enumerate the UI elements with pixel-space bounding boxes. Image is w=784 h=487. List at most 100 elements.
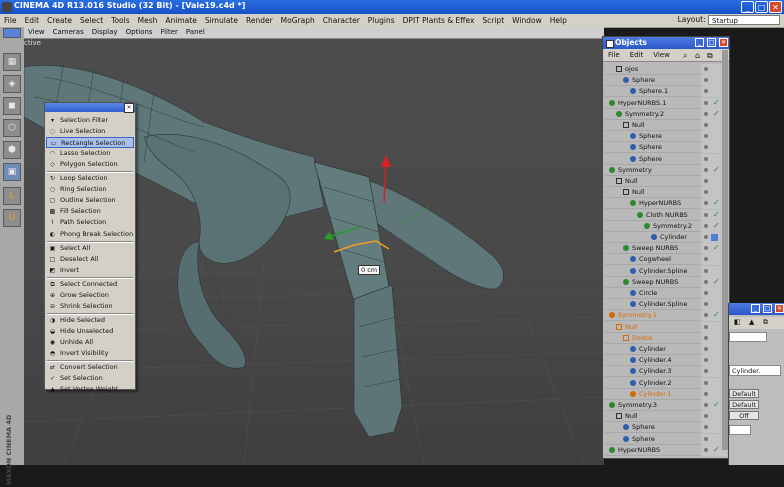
visibility-dot-icon[interactable] (704, 291, 708, 295)
menu-item-ring-selection[interactable]: ○ Ring Selection (46, 184, 134, 195)
toolbar-grip[interactable] (3, 28, 21, 38)
point-mode-icon[interactable]: ⬡ (3, 119, 21, 137)
menu-tools[interactable]: Tools (107, 14, 133, 27)
visibility-dot-icon[interactable] (704, 212, 708, 217)
enabled-check-icon[interactable]: ✓ (713, 108, 720, 119)
visibility-dot-icon[interactable] (704, 223, 708, 228)
bookmark-icon[interactable]: ⌂ (695, 51, 700, 60)
menu-script[interactable]: Script (478, 14, 508, 27)
object-name[interactable]: Sphere (632, 75, 655, 86)
object-row[interactable]: Symmetry.3 ✓ (605, 400, 727, 411)
visibility-dot-icon[interactable] (704, 100, 708, 105)
layout-selector[interactable]: Layout: Startup (678, 15, 780, 25)
object-row[interactable]: Cylinder.3 (605, 366, 727, 378)
object-name[interactable]: Symmetry.1 (618, 310, 657, 321)
object-name[interactable]: Symmetry.2 (653, 221, 692, 232)
search-icon[interactable]: ⌕ (683, 51, 687, 61)
menu-item-select-connected[interactable]: ⧉ Select Connected (46, 279, 134, 290)
visibility-dot-icon[interactable] (704, 167, 708, 172)
object-row[interactable]: Symmetry.1 ✓ (605, 310, 727, 322)
object-name[interactable]: HyperNURBS (639, 198, 681, 209)
polygon-mode-icon[interactable]: ▣ (3, 163, 21, 181)
object-name[interactable]: Sphere (632, 422, 655, 433)
menu-item-invert[interactable]: ◩ Invert (46, 265, 134, 276)
object-name[interactable]: Cylinder (660, 232, 687, 243)
object-mode-icon[interactable]: ◼ (3, 97, 21, 115)
object-row[interactable]: Cylinder.2 (605, 377, 727, 389)
object-name[interactable]: Sphere (639, 154, 662, 165)
visibility-dot-icon[interactable] (704, 111, 708, 116)
default-button-2[interactable]: Default (729, 400, 759, 409)
object-name[interactable]: Sweep NURBS (632, 277, 678, 288)
menu-item-invert-visibility[interactable]: ◓ Invert Visibility (46, 348, 134, 359)
maximize-button[interactable]: □ (755, 1, 768, 13)
menu-item-hide-selected[interactable]: ◑ Hide Selected (46, 315, 134, 326)
viewport-menu-cameras[interactable]: Cameras (49, 27, 88, 38)
selection-menu-close-icon[interactable]: ✕ (124, 103, 134, 113)
enabled-check-icon[interactable]: ✓ (713, 220, 720, 231)
object-row[interactable]: Cogwheel (605, 254, 727, 266)
object-name[interactable]: Sphere.1 (639, 86, 668, 97)
enabled-check-icon[interactable]: ✓ (713, 197, 720, 208)
object-row[interactable]: Symmetry ✓ (605, 164, 727, 176)
visibility-dot-icon[interactable] (704, 380, 708, 385)
object-row[interactable]: Sphere (605, 131, 727, 143)
object-name[interactable]: Circle (639, 288, 657, 299)
object-row[interactable]: Sweep NURBS ✓ (605, 242, 727, 255)
object-name[interactable]: Dedos (632, 333, 653, 344)
visibility-dot-icon[interactable] (704, 89, 708, 94)
menu-item-select-all[interactable]: ▣ Select All (46, 243, 134, 254)
object-row[interactable]: Sphere (605, 153, 727, 165)
object-name[interactable]: Symmetry.2 (625, 109, 664, 120)
enabled-check-icon[interactable]: ✓ (713, 399, 720, 410)
object-name[interactable]: Cylinder (639, 344, 666, 355)
menu-item-hide-unselected[interactable]: ◒ Hide Unselected (46, 326, 134, 337)
object-row[interactable]: HyperNURBS ✓ (605, 444, 727, 456)
close-button[interactable]: ✕ (769, 1, 782, 13)
visibility-dot-icon[interactable] (704, 246, 708, 251)
visibility-dot-icon[interactable] (704, 369, 708, 374)
menu-edit[interactable]: Edit (21, 14, 44, 27)
material-tag-icon[interactable] (711, 234, 718, 241)
menu-item-fill-selection[interactable]: ▩ Fill Selection (46, 206, 134, 217)
visibility-dot-icon[interactable] (704, 414, 708, 419)
attributes-field[interactable] (729, 332, 767, 342)
menu-create[interactable]: Create (43, 14, 76, 27)
enabled-check-icon[interactable]: ✓ (713, 276, 720, 287)
object-row[interactable]: Cylinder (605, 344, 727, 355)
visibility-dot-icon[interactable] (704, 235, 708, 239)
objects-menu-view[interactable]: View (648, 49, 675, 61)
menu-plugins[interactable]: Plugins (364, 14, 399, 27)
objects-titlebar[interactable]: Objects _ □ ✕ (603, 37, 729, 49)
menu-help[interactable]: Help (546, 14, 571, 27)
visibility-dot-icon[interactable] (704, 347, 708, 351)
menu-animate[interactable]: Animate (161, 14, 200, 27)
visibility-dot-icon[interactable] (704, 391, 708, 396)
object-row[interactable]: Cylinder.4 (605, 355, 727, 367)
attributes-small-field[interactable] (729, 425, 751, 435)
attributes-mode-icon[interactable]: ◧ (734, 318, 741, 326)
enabled-check-icon[interactable]: ✓ (713, 242, 720, 253)
object-row[interactable]: Sphere (605, 433, 727, 445)
attributes-name-field[interactable]: Cylinder. (729, 365, 781, 376)
menu-item-polygon-selection[interactable]: ◇ Polygon Selection (46, 159, 134, 170)
attributes-titlebar[interactable]: _ □ ✕ (729, 303, 784, 315)
menu-character[interactable]: Character (319, 14, 364, 27)
visibility-dot-icon[interactable] (704, 313, 708, 318)
menu-item-unhide-all[interactable]: ◉ Unhide All (46, 337, 134, 348)
visibility-dot-icon[interactable] (704, 257, 708, 262)
visibility-dot-icon[interactable] (704, 279, 708, 284)
model-mode-icon[interactable]: ◈ (3, 75, 21, 93)
objects-menu-edit[interactable]: Edit (625, 49, 649, 61)
menu-item-deselect-all[interactable]: □ Deselect All (46, 254, 134, 265)
visibility-dot-icon[interactable] (704, 123, 708, 127)
object-name[interactable]: Null (632, 120, 645, 131)
object-row[interactable]: Symmetry.2 ✓ (605, 220, 727, 232)
objects-menu-file[interactable]: File (603, 49, 625, 61)
object-name[interactable]: ojos (625, 64, 638, 75)
menu-file[interactable]: File (0, 14, 21, 27)
menu-item-set-selection[interactable]: ✓ Set Selection (46, 373, 134, 384)
object-row[interactable]: Sphere (605, 142, 727, 154)
edge-mode-icon[interactable]: ⬢ (3, 141, 21, 159)
object-row[interactable]: Circle (605, 288, 727, 299)
